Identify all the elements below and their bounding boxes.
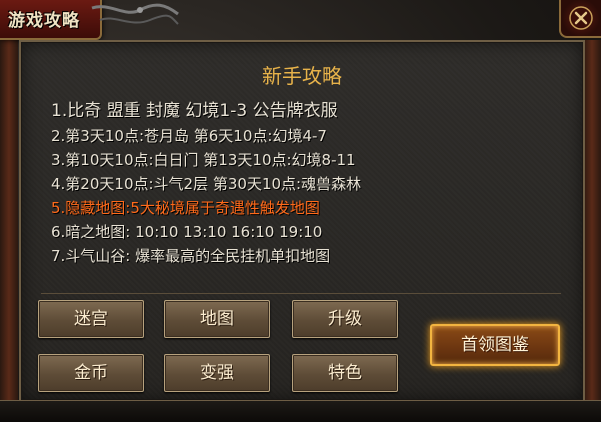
- guide-line: 4.第20天10点:斗气2层 第30天10点:魂兽森林: [51, 175, 362, 193]
- guide-line: 3.第10天10点:白日门 第13天10点:幻境8-11: [51, 151, 356, 169]
- guide-line-highlight: 5.隐藏地图:5大秘境属于奇遇性触发地图: [51, 199, 320, 217]
- maze-button[interactable]: 迷宫: [38, 300, 144, 338]
- left-ornament: [0, 40, 18, 421]
- guide-line: 6.暗之地图: 10:10 13:10 16:10 19:10: [51, 223, 323, 241]
- guide-line: 7.斗气山谷: 爆率最高的全民挂机单扣地图: [51, 247, 331, 265]
- map-button[interactable]: 地图: [164, 300, 270, 338]
- guide-line: 1.比奇 盟重 封魔 幻境1-3 公告牌衣服: [51, 101, 338, 121]
- gold-button[interactable]: 金币: [38, 354, 144, 392]
- bottom-frame: [0, 400, 601, 422]
- panel-divider: [41, 293, 561, 294]
- right-ornament: [583, 40, 601, 421]
- window-title: 游戏攻略: [8, 11, 80, 31]
- close-button[interactable]: [559, 0, 601, 38]
- guide-line: 2.第3天10点:苍月岛 第6天10点:幻境4-7: [51, 127, 327, 145]
- strengthen-button[interactable]: 变强: [164, 354, 270, 392]
- guide-lines: 1.比奇 盟重 封魔 幻境1-3 公告牌衣服 2.第3天10点:苍月岛 第6天1…: [51, 98, 361, 268]
- boss-guide-button[interactable]: 首领图鉴: [430, 324, 560, 366]
- title-plate: 游戏攻略: [0, 0, 102, 40]
- guide-window: 游戏攻略 新手攻略 1.比奇 盟重 封魔 幻境1-3 公告牌衣服 2.第3天10…: [0, 0, 601, 422]
- close-icon: [569, 6, 593, 30]
- dragon-ornament-icon: [91, 3, 179, 25]
- features-button[interactable]: 特色: [292, 354, 398, 392]
- upgrade-button[interactable]: 升级: [292, 300, 398, 338]
- panel-heading: 新手攻略: [262, 64, 342, 88]
